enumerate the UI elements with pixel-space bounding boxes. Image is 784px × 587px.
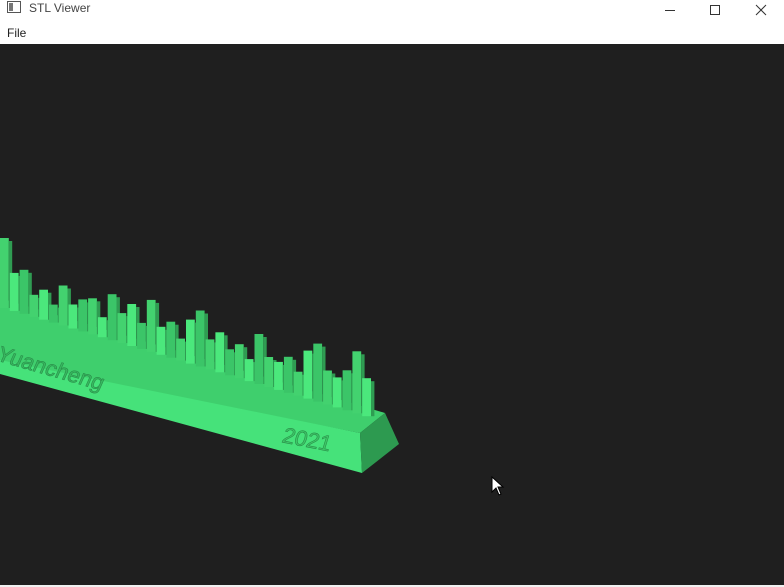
skyline-block [274,361,283,390]
skyline-block [48,304,58,323]
3d-viewport[interactable]: Yuancheng 2021 [0,44,784,585]
skyline-block [107,294,117,341]
mouse-cursor-icon [491,476,505,496]
skyline-block [293,371,303,396]
minimize-button[interactable] [647,0,693,20]
skyline-block [215,332,225,373]
minimize-icon [665,10,675,11]
skyline-block [254,334,264,384]
skyline-block [97,317,107,338]
skyline-block [117,313,127,344]
skyline-block-shadow [371,381,375,417]
skyline-block [146,299,156,352]
skyline-block [205,339,215,370]
menu-file[interactable]: File [7,26,26,40]
skyline-block [264,357,274,387]
skyline-block [303,350,313,399]
maximize-button[interactable] [692,0,738,20]
skyline-block [313,343,323,402]
skyline-block [234,344,244,379]
skyline-block [283,356,293,393]
skyline-block [29,294,39,317]
title-bar[interactable]: STL Viewer [0,0,784,20]
skyline-block [127,304,137,346]
skyline-block [19,269,29,314]
skyline-block [362,378,371,417]
skyline-block [58,285,68,326]
skyline-block [0,238,9,308]
close-button[interactable] [738,0,784,20]
skyline-block [78,299,88,332]
skyline-block [225,349,234,376]
stl-model-render: Yuancheng 2021 [0,238,399,473]
menu-bar: File [0,20,784,44]
app-icon [7,1,21,13]
skyline-block [166,321,176,358]
maximize-icon [710,5,720,15]
skyline-block [156,326,166,355]
window-title: STL Viewer [29,1,91,15]
skyline-block [323,370,332,405]
close-icon [755,4,767,16]
skyline-block [68,304,78,329]
skyline-block [342,370,352,411]
skyline-block [352,351,362,414]
skyline-block [88,298,97,335]
skyline-block [39,289,48,320]
skyline-block [9,272,19,311]
skyline-block [137,322,146,349]
skyline-block [244,359,254,382]
skyline-block [332,377,342,408]
skyline-block [176,338,185,361]
skyline-block [186,319,195,364]
skyline-block [195,310,205,367]
